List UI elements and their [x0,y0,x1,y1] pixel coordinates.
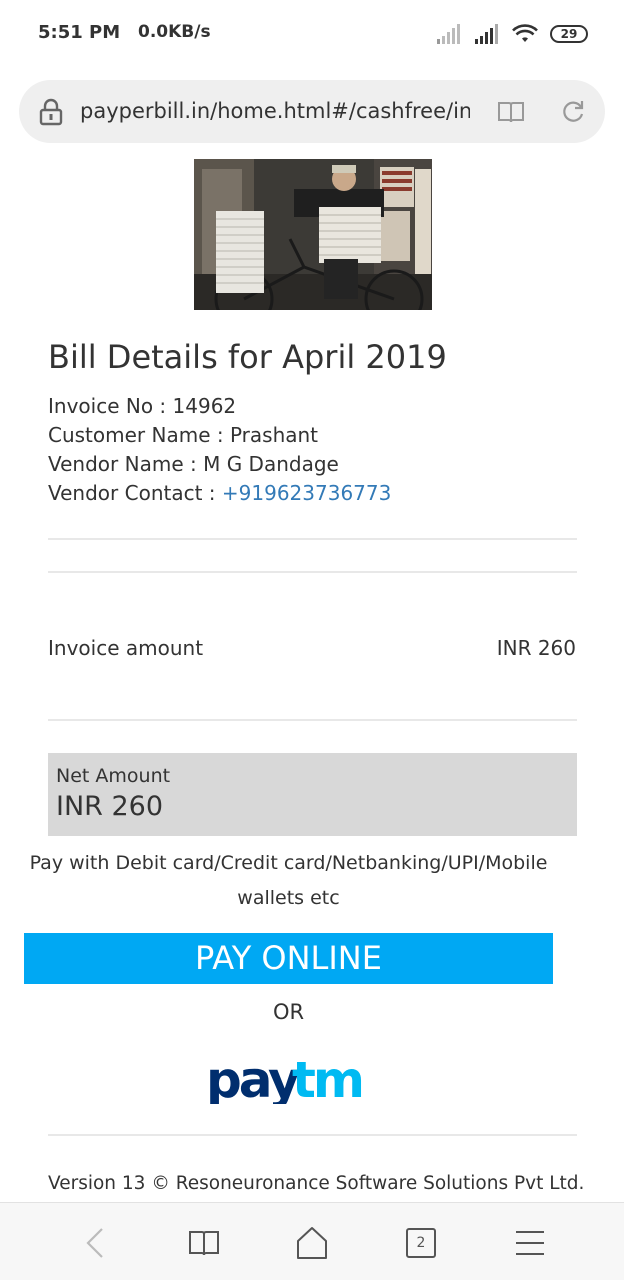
invoice-number: Invoice No : 14962 [48,394,236,418]
pay-online-button[interactable]: PAY ONLINE [24,933,553,984]
net-amount-box: Net Amount INR 260 [48,753,577,836]
vendor-name: Vendor Name : M G Dandage [48,452,339,476]
lock-icon [39,98,63,126]
wifi-icon [512,24,538,42]
vendor-name-label: Vendor Name : [48,452,204,476]
footer-copyright: Version 13 © Resoneuronance Software Sol… [48,1173,585,1194]
network-speed: 0.0KB/s [138,22,211,42]
customer-name-value: Prashant [229,423,319,447]
payment-description: Pay with Debit card/Credit card/Netbanki… [29,852,548,909]
tab-count-icon: 2 [406,1228,436,1258]
back-arrow-icon [86,1228,103,1258]
vendor-contact: Vendor Contact : +919623736773 [48,481,391,505]
tabs-button[interactable]: 2 [401,1223,441,1263]
net-amount-value: INR 260 [56,791,164,822]
status-icons: 29 [436,22,588,46]
invoice-number-label: Invoice No : [48,394,173,418]
svg-text:tm: tm [292,1051,362,1104]
reload-icon[interactable] [560,99,586,125]
bookmarks-button[interactable] [184,1223,224,1263]
book-icon [189,1231,219,1256]
net-amount-label: Net Amount [56,765,171,787]
divider [48,1134,577,1136]
status-time: 5:51 PM [38,22,121,43]
bill-title: Bill Details for April 2019 [48,338,447,376]
signal-icon [437,24,460,44]
invoice-amount-label: Invoice amount [48,636,204,660]
svg-text:pay: pay [206,1051,300,1104]
divider [48,538,577,540]
signal-icon [475,24,498,44]
home-button[interactable] [292,1223,332,1263]
status-bar: 5:51 PM 0.0KB/s 29 [0,0,624,68]
browser-nav-bar: 2 [0,1202,624,1280]
paytm-logo[interactable]: pay tm [206,1046,370,1104]
reader-mode-icon[interactable] [497,100,525,124]
battery-icon: 29 [550,25,588,43]
divider [48,719,577,721]
newspaper-vendor-image [194,159,432,310]
divider [48,571,577,573]
back-button[interactable] [75,1223,115,1263]
vendor-contact-label: Vendor Contact : [48,481,222,505]
menu-icon [516,1231,544,1255]
vendor-name-value: M G Dandage [203,452,339,476]
url-text[interactable]: payperbill.in/home.html#/cashfree/inv [80,99,470,123]
invoice-number-value: 14962 [172,394,237,418]
home-icon [297,1227,327,1259]
customer-name: Customer Name : Prashant [48,423,318,447]
menu-button[interactable] [510,1223,550,1263]
invoice-amount-value: INR 260 [496,636,576,660]
vendor-contact-link[interactable]: +919623736773 [222,481,391,505]
or-separator: OR [272,1000,305,1024]
address-bar[interactable]: payperbill.in/home.html#/cashfree/inv [19,80,605,143]
customer-name-label: Customer Name : [48,423,230,447]
